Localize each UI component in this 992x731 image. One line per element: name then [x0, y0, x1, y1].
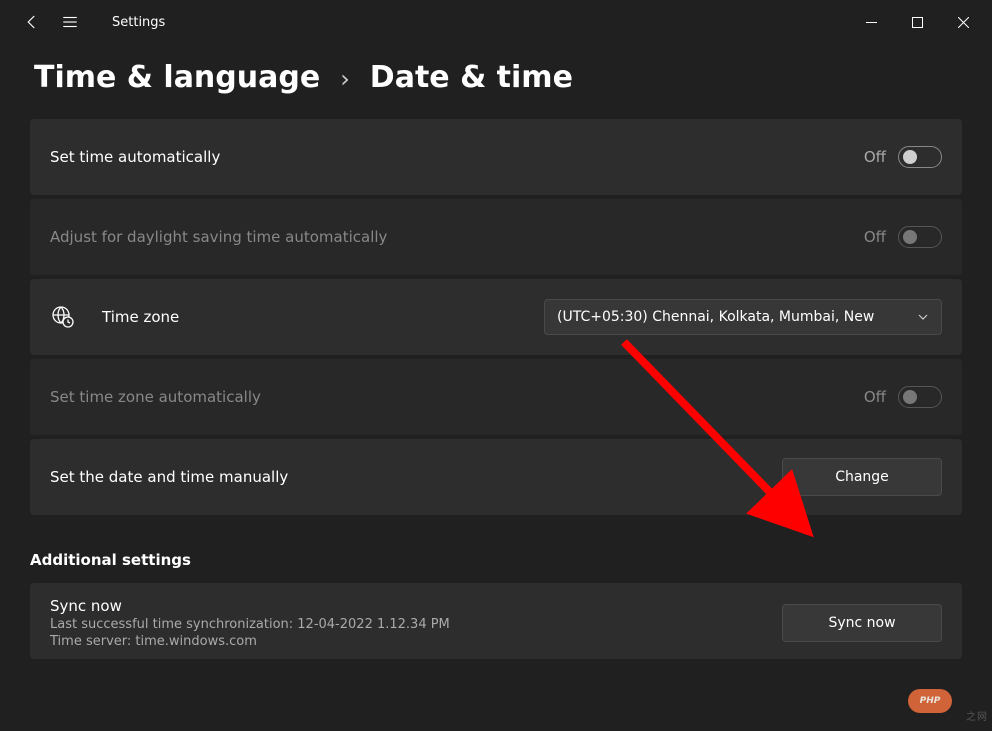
card-time-zone: Time zone (UTC+05:30) Chennai, Kolkata, …	[30, 279, 962, 355]
minimize-icon[interactable]	[848, 7, 894, 37]
maximize-icon[interactable]	[894, 7, 940, 37]
setting-label: Set time automatically	[50, 148, 864, 166]
toggle-state-text: Off	[864, 148, 886, 166]
sync-server: Time server: time.windows.com	[50, 634, 782, 649]
sync-text-group: Sync now Last successful time synchroniz…	[50, 597, 782, 649]
toggle-state-text: Off	[864, 228, 886, 246]
change-button[interactable]: Change	[782, 458, 942, 496]
setting-label: Set the date and time manually	[50, 468, 782, 486]
timezone-dropdown[interactable]: (UTC+05:30) Chennai, Kolkata, Mumbai, Ne…	[544, 299, 942, 335]
card-set-timezone-automatically: Set time zone automatically Off	[30, 359, 962, 435]
page-title: Date & time	[370, 60, 573, 95]
setting-label: Set time zone automatically	[50, 388, 864, 406]
watermark-badge: PHP	[908, 689, 952, 713]
watermark-text: 之网	[966, 708, 988, 723]
toggle-switch	[898, 226, 942, 248]
settings-content: Set time automatically Off Adjust for da…	[0, 119, 992, 515]
hamburger-icon[interactable]	[60, 12, 80, 32]
titlebar-left: Settings	[6, 12, 165, 32]
close-icon[interactable]	[940, 7, 986, 37]
globe-clock-icon	[50, 304, 76, 330]
setting-label: Time zone	[102, 308, 544, 326]
sync-last: Last successful time synchronization: 12…	[50, 617, 782, 632]
setting-label: Adjust for daylight saving time automati…	[50, 228, 864, 246]
card-set-time-automatically[interactable]: Set time automatically Off	[30, 119, 962, 195]
card-adjust-dst: Adjust for daylight saving time automati…	[30, 199, 962, 275]
section-heading-additional: Additional settings	[0, 515, 992, 583]
card-sync-now: Sync now Last successful time synchroniz…	[30, 583, 962, 659]
sync-now-button[interactable]: Sync now	[782, 604, 942, 642]
breadcrumb: Time & language › Date & time	[0, 44, 992, 119]
titlebar: Settings	[0, 0, 992, 44]
additional-content: Sync now Last successful time synchroniz…	[0, 583, 992, 659]
toggle-switch	[898, 386, 942, 408]
back-icon[interactable]	[22, 12, 42, 32]
chevron-right-icon: ›	[340, 65, 350, 93]
window-controls	[848, 7, 986, 37]
chevron-down-icon	[917, 311, 929, 323]
card-set-date-time-manually: Set the date and time manually Change	[30, 439, 962, 515]
dropdown-value: (UTC+05:30) Chennai, Kolkata, Mumbai, Ne…	[557, 309, 907, 325]
sync-title: Sync now	[50, 597, 782, 615]
breadcrumb-parent[interactable]: Time & language	[34, 60, 320, 95]
toggle-state-text: Off	[864, 388, 886, 406]
toggle-switch[interactable]	[898, 146, 942, 168]
app-title: Settings	[112, 15, 165, 30]
